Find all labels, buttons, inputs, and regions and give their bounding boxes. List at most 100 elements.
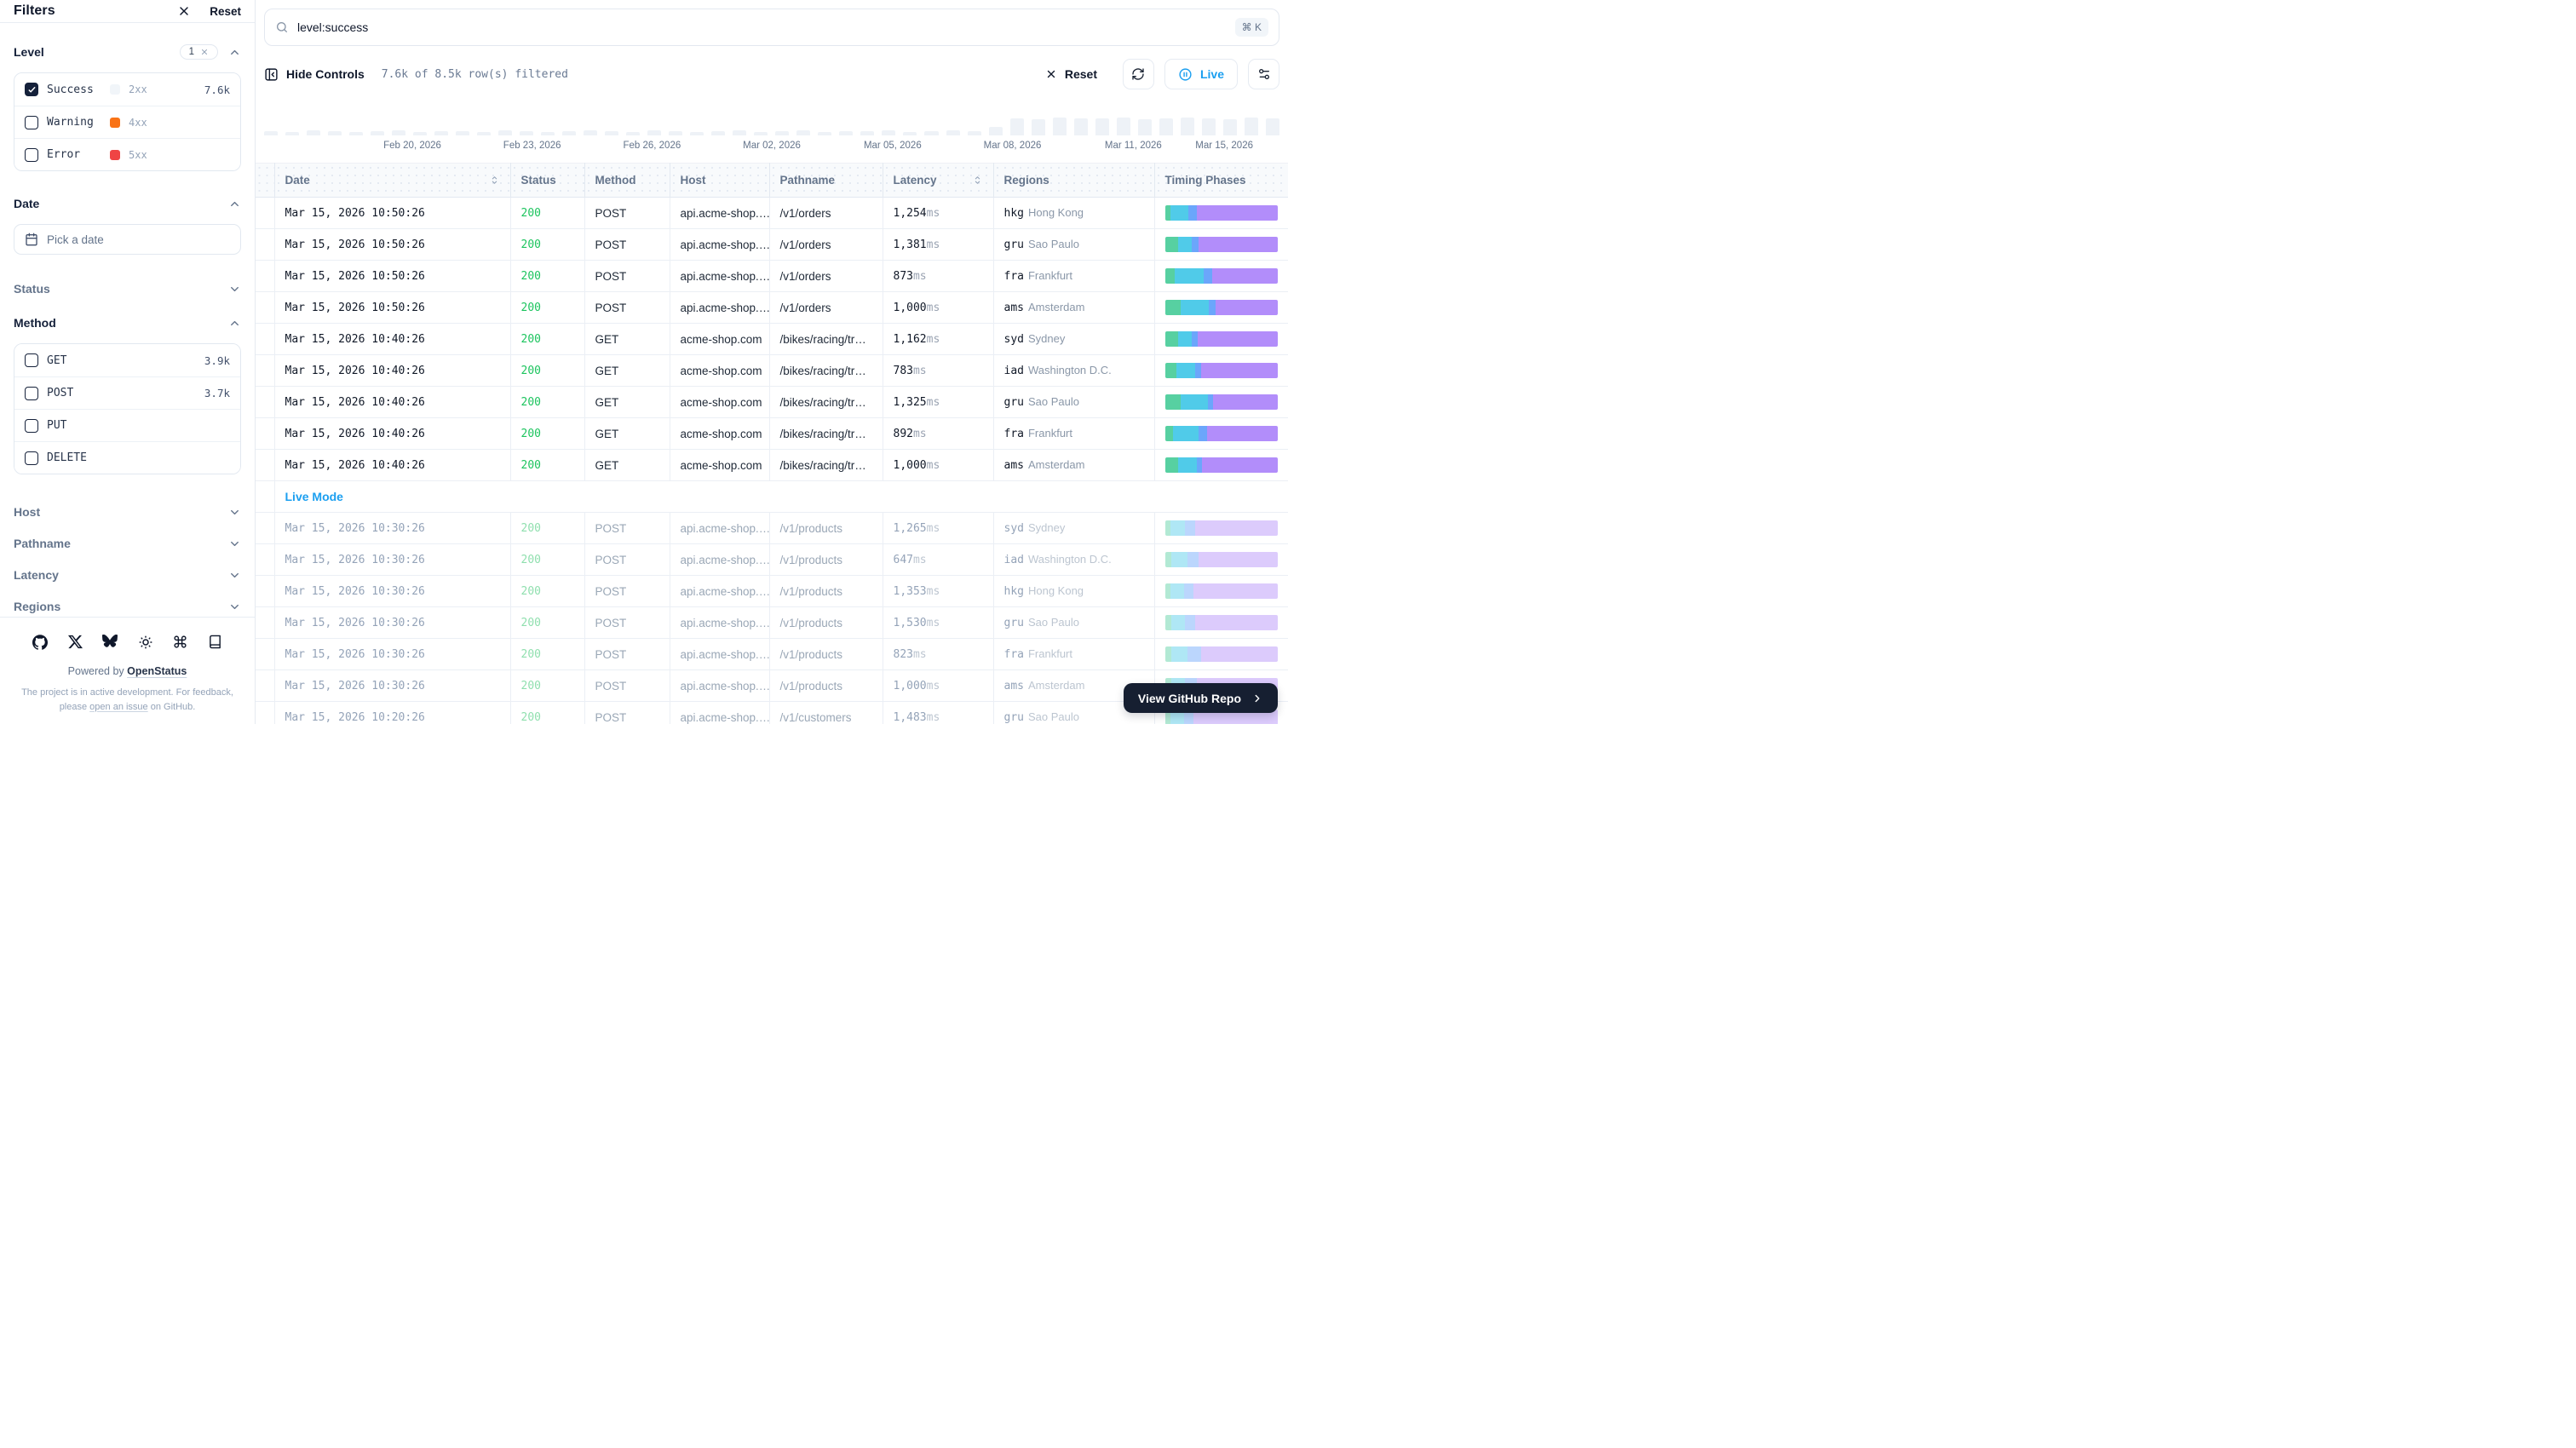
timeline-bar[interactable] [1202, 118, 1216, 135]
log-row[interactable]: Mar 15, 2026 10:50:26200POSTapi.acme-sho… [256, 229, 1288, 261]
log-row[interactable]: Mar 15, 2026 10:30:26200POSTapi.acme-sho… [256, 639, 1288, 670]
checkbox[interactable] [25, 387, 38, 400]
close-filters-button[interactable] [177, 4, 191, 18]
section-status-header[interactable]: Status [14, 279, 241, 299]
log-row[interactable]: Mar 15, 2026 10:40:26200GETacme-shop.com… [256, 418, 1288, 450]
column-header-status[interactable]: Status [510, 164, 584, 198]
checkbox[interactable] [25, 148, 38, 162]
timeline-bar[interactable] [520, 131, 533, 135]
timeline-bar[interactable] [1181, 118, 1194, 135]
view-settings-button[interactable] [1248, 59, 1279, 89]
column-header-indicator[interactable] [256, 164, 274, 198]
timeline-bar[interactable] [434, 131, 448, 135]
log-row[interactable]: Mar 15, 2026 10:50:26200POSTapi.acme-sho… [256, 198, 1288, 229]
timeline-bar[interactable] [413, 132, 427, 135]
log-row[interactable]: Mar 15, 2026 10:30:26200POSTapi.acme-sho… [256, 544, 1288, 576]
timeline-bar[interactable] [754, 132, 768, 135]
timeline-bar[interactable] [1095, 118, 1109, 135]
log-row[interactable]: Mar 15, 2026 10:30:26200POSTapi.acme-sho… [256, 607, 1288, 639]
timeline-bar[interactable] [264, 131, 278, 135]
filter-option-warning[interactable]: Warning4xx [14, 106, 240, 138]
timeline-bar[interactable] [1266, 118, 1279, 135]
timeline-bar[interactable] [968, 131, 981, 135]
timeline-bar[interactable] [328, 131, 342, 135]
command-icon[interactable] [173, 635, 187, 650]
timeline-bar[interactable] [1074, 118, 1088, 135]
timeline-bar[interactable] [903, 132, 917, 135]
log-row[interactable]: Mar 15, 2026 10:40:26200GETacme-shop.com… [256, 324, 1288, 355]
x-twitter-icon[interactable] [68, 635, 83, 650]
log-row[interactable]: Mar 15, 2026 10:40:26200GETacme-shop.com… [256, 387, 1288, 418]
timeline-bar[interactable] [1010, 118, 1024, 135]
timeline-bar[interactable] [733, 130, 746, 135]
timeline-bar[interactable] [818, 132, 831, 135]
column-header-regions[interactable]: Regions [993, 164, 1154, 198]
log-row[interactable]: Mar 15, 2026 10:50:26200POSTapi.acme-sho… [256, 292, 1288, 324]
section-method-header[interactable]: Method [14, 313, 241, 333]
view-github-repo-button[interactable]: View GitHub Repo [1124, 683, 1278, 713]
section-date-header[interactable]: Date [14, 193, 241, 214]
theme-sun-icon[interactable] [138, 635, 153, 650]
timeline-bar[interactable] [1138, 119, 1152, 135]
date-picker-input[interactable]: Pick a date [14, 224, 241, 255]
timeline-bar[interactable] [626, 132, 640, 135]
filter-option-post[interactable]: POST3.7k [14, 376, 240, 409]
timeline-bar[interactable] [307, 130, 320, 135]
live-mode-row[interactable]: Live Mode [256, 481, 1288, 513]
checkbox[interactable] [25, 116, 38, 129]
timeline-bar[interactable] [647, 130, 661, 135]
timeline-bar[interactable] [1159, 118, 1173, 135]
timeline-bar[interactable] [584, 130, 597, 135]
checkbox[interactable] [25, 353, 38, 367]
log-row[interactable]: Mar 15, 2026 10:50:26200POSTapi.acme-sho… [256, 261, 1288, 292]
github-icon[interactable] [32, 635, 48, 650]
section-pathname-header[interactable]: Pathname [14, 533, 241, 554]
bluesky-icon[interactable] [102, 635, 118, 650]
docs-book-icon[interactable] [208, 635, 222, 650]
timeline-bar[interactable] [711, 131, 725, 135]
timeline-bar[interactable] [498, 130, 512, 135]
column-header-host[interactable]: Host [670, 164, 769, 198]
timeline-bar[interactable] [541, 132, 555, 135]
checkbox[interactable] [25, 451, 38, 465]
column-header-method[interactable]: Method [584, 164, 670, 198]
refresh-button[interactable] [1123, 59, 1154, 89]
log-row[interactable]: Mar 15, 2026 10:30:26200POSTapi.acme-sho… [256, 576, 1288, 607]
timeline-bar[interactable] [775, 131, 789, 135]
timeline-bar[interactable] [477, 132, 491, 135]
hide-controls-button[interactable]: Hide Controls [264, 67, 365, 82]
table-reset-button[interactable]: Reset [1045, 67, 1097, 81]
timeline-bar[interactable] [285, 132, 299, 135]
level-filter-badge[interactable]: 1 [180, 44, 218, 60]
timeline-bar[interactable] [1245, 118, 1258, 135]
filter-option-delete[interactable]: DELETE [14, 441, 240, 474]
timeline-bar[interactable] [562, 131, 576, 135]
section-level-header[interactable]: Level 1 [14, 42, 241, 62]
timeline-bar[interactable] [349, 132, 363, 135]
column-header-timing[interactable]: Timing Phases [1154, 164, 1288, 198]
timeline-bar[interactable] [690, 132, 704, 135]
timeline-bar[interactable] [1117, 118, 1130, 135]
timeline-bar[interactable] [605, 131, 618, 135]
column-header-pathname[interactable]: Pathname [769, 164, 883, 198]
filter-option-success[interactable]: Success2xx7.6k [14, 73, 240, 106]
section-latency-header[interactable]: Latency [14, 565, 241, 585]
timeline-bar[interactable] [1053, 118, 1067, 135]
live-mode-label[interactable]: Live Mode [285, 490, 343, 503]
timeline-bar[interactable] [796, 130, 810, 135]
log-row[interactable]: Mar 15, 2026 10:40:26200GETacme-shop.com… [256, 450, 1288, 481]
checkbox[interactable] [25, 83, 38, 96]
filter-option-put[interactable]: PUT [14, 409, 240, 441]
log-row[interactable]: Mar 15, 2026 10:30:26200POSTapi.acme-sho… [256, 513, 1288, 544]
timeline-bar[interactable] [371, 131, 384, 135]
timeline-bar[interactable] [1223, 119, 1237, 135]
clear-filter-icon[interactable] [200, 48, 209, 56]
timeline-bar[interactable] [946, 130, 960, 135]
openstatus-link[interactable]: OpenStatus [127, 665, 187, 677]
timeline-bar[interactable] [839, 131, 853, 135]
checkbox[interactable] [25, 419, 38, 433]
timeline-bar[interactable] [989, 127, 1003, 135]
timeline-bar[interactable] [669, 131, 682, 135]
filter-option-get[interactable]: GET3.9k [14, 344, 240, 376]
timeline-bar[interactable] [924, 131, 938, 135]
